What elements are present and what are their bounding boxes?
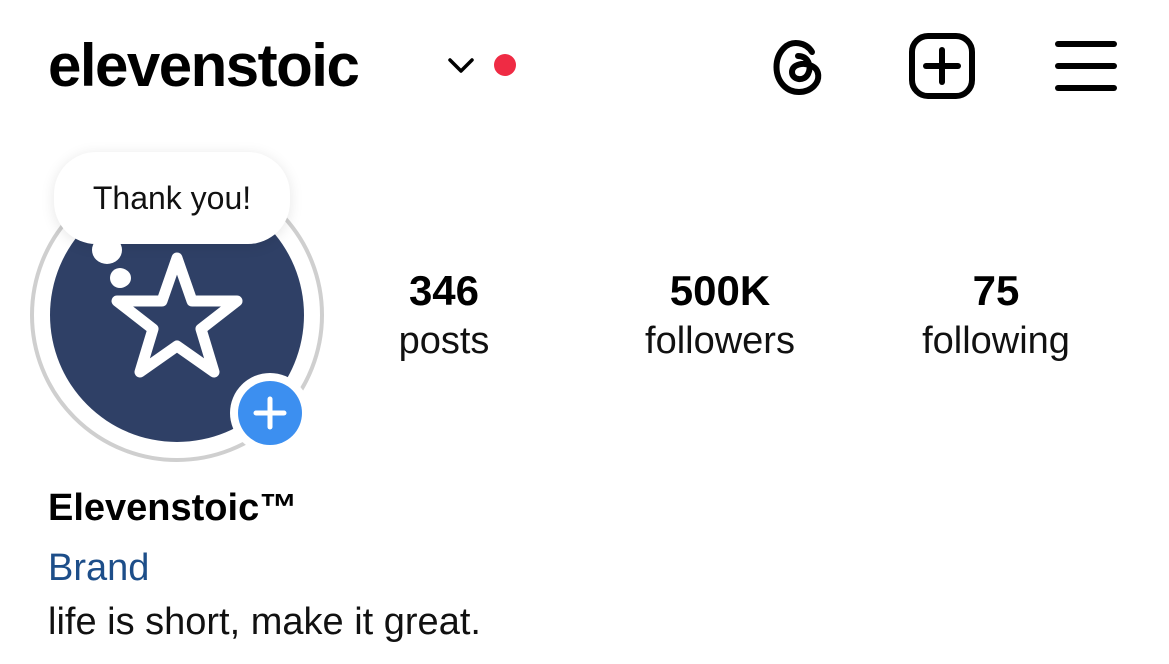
display-name: Elevenstoic™: [48, 487, 298, 529]
followers-label: followers: [645, 320, 795, 362]
following-stat[interactable]: 75 following: [876, 266, 1116, 366]
note-bubble[interactable]: Thank you!: [54, 152, 290, 244]
bio-text: life is short, make it great.: [48, 601, 481, 643]
add-square-icon[interactable]: [906, 30, 978, 102]
add-story-button[interactable]: [230, 373, 310, 453]
posts-stat[interactable]: 346 posts: [324, 266, 564, 366]
notification-dot-icon: [494, 54, 516, 76]
plus-icon: [238, 381, 302, 445]
followers-count: 500K: [669, 267, 771, 314]
profile-page: elevenstoic Thank you! 346 posts 500K fo…: [0, 0, 1169, 664]
posts-count: 346: [408, 267, 480, 314]
threads-icon[interactable]: [762, 30, 834, 102]
chevron-down-icon[interactable]: [446, 54, 476, 76]
username-title[interactable]: elevenstoic: [48, 30, 360, 102]
note-text: Thank you!: [92, 179, 252, 216]
note-tail: [92, 236, 122, 264]
note-tail-dot: [110, 268, 130, 288]
category-label: Brand: [48, 547, 150, 589]
followers-stat[interactable]: 500K followers: [600, 266, 840, 366]
following-label: following: [922, 320, 1070, 362]
following-count: 75: [972, 267, 1020, 314]
hamburger-menu-icon[interactable]: [1050, 30, 1122, 102]
posts-label: posts: [398, 320, 490, 362]
